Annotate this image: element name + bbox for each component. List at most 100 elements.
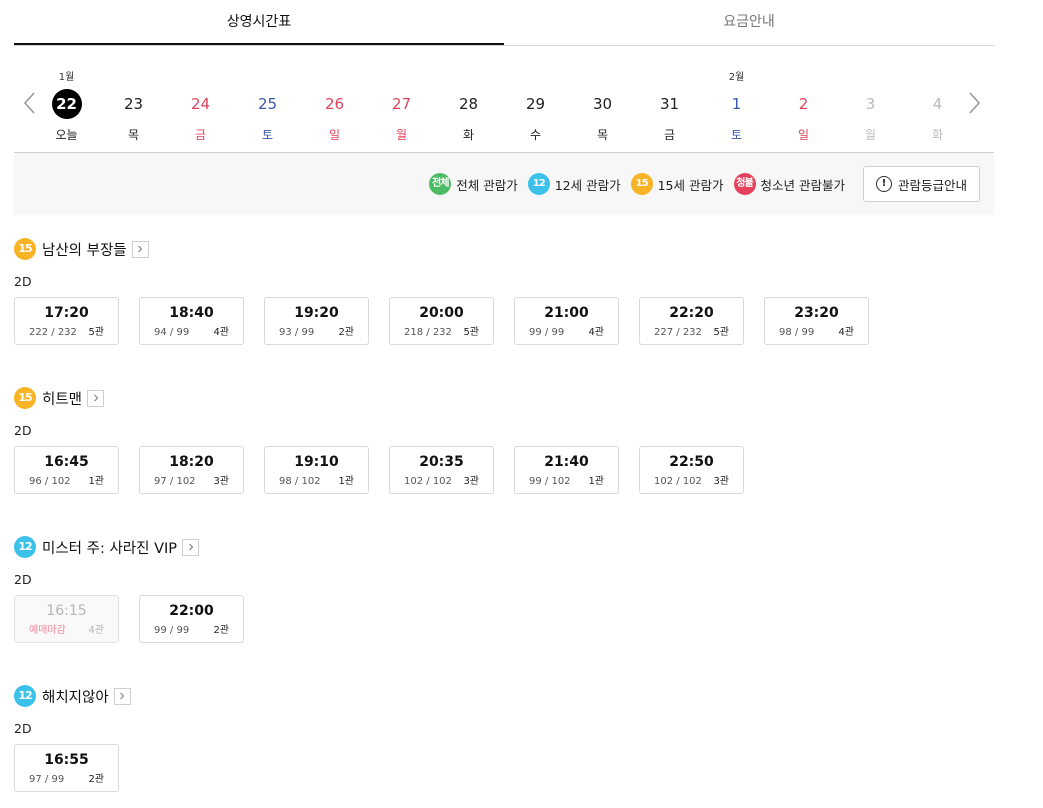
chevron-right-icon [969,92,981,114]
date-day: 2 [798,95,809,113]
showtime-button[interactable]: 20:00 218 / 232 5관 [389,297,494,345]
date-item[interactable]: 2일 [770,0,837,142]
movie-format: 2D [14,423,32,438]
showtime-seats: 96 / 102 [29,476,71,487]
date-day: 22 [51,89,82,119]
date-item[interactable]: 31 금 [636,0,703,142]
showtime-hall: 5관 [88,327,104,338]
movie-title[interactable]: 남산의 부장들 [42,239,127,260]
movie-title-row: 12 해치지않아 [14,684,994,708]
rating-badge: 청불 [733,173,756,195]
showtime-button[interactable]: 23:20 98 / 99 4관 [764,297,869,345]
showtime-button[interactable]: 16:45 96 / 102 1관 [14,446,119,494]
date-weekday: 월 [864,128,877,142]
date-day: 1 [731,95,742,113]
rating-badge: 15 [14,387,36,409]
showtime-time: 16:55 [44,752,89,768]
date-list: 1월 22 오늘 23 목 24 금 25 토 26 일 27 월 28 화 29 수 30 목 31 금 2월 1 토 2 일 3… [33,46,971,142]
showtime-button[interactable]: 19:20 93 / 99 2관 [264,297,369,345]
date-item[interactable]: 3월 [837,0,904,142]
showtime-hall: 2관 [213,625,229,636]
movie-title[interactable]: 히트맨 [42,388,82,409]
showtime-time: 23:20 [794,305,839,321]
rating-badge: 12 [14,536,36,558]
showtime-seats: 98 / 102 [279,476,321,487]
date-item[interactable]: 24 금 [167,0,234,142]
date-item[interactable]: 28 화 [435,0,502,142]
showtime-button[interactable]: 22:00 99 / 99 2관 [139,595,244,643]
next-date-button[interactable] [962,88,986,118]
movie-title[interactable]: 미스터 주: 사라진 VIP [42,537,177,558]
showtime-button[interactable]: 16:15 예매마감 4관 [14,595,119,643]
chevron-right-icon [120,692,125,700]
date-item[interactable]: 2월 1 토 [703,0,770,142]
showtime-seats: 218 / 232 [404,327,452,338]
showtime-button[interactable]: 18:40 94 / 99 4관 [139,297,244,345]
date-item[interactable]: 29 수 [502,0,569,142]
date-weekday: 목 [596,128,609,142]
showtime-time: 20:35 [419,454,464,470]
showtime-button[interactable]: 18:20 97 / 102 3관 [139,446,244,494]
showtime-time: 16:45 [44,454,89,470]
date-item[interactable]: 4화 [904,0,971,142]
showtime-button[interactable]: 16:55 97 / 99 2관 [14,744,119,792]
date-weekday: 수 [529,128,542,142]
date-weekday: 일 [797,128,810,142]
showtime-button[interactable]: 17:20 222 / 232 5관 [14,297,119,345]
showtime-seats: 222 / 232 [29,327,77,338]
date-item[interactable]: 23 목 [100,0,167,142]
date-item[interactable]: 26 일 [301,0,368,142]
showtime-button[interactable]: 22:50 102 / 102 3관 [639,446,744,494]
movie-format: 2D [14,274,32,289]
showtime-seats: 예매마감 [29,625,66,636]
showtime-button[interactable]: 21:40 99 / 102 1관 [514,446,619,494]
showtime-seats: 98 / 99 [779,327,815,338]
showtime-time: 17:20 [44,305,89,321]
date-item[interactable]: 25 토 [234,0,301,142]
showtime-button[interactable]: 22:20 227 / 232 5관 [639,297,744,345]
showtime-time: 20:00 [419,305,464,321]
showtime-list: 17:20 222 / 232 5관 18:40 94 / 99 4관 19:20 93 / … [14,297,869,345]
showtime-list: 16:45 96 / 102 1관 18:20 97 / 102 3관 19:10 98 / … [14,446,744,494]
chevron-right-icon [188,543,193,551]
showtime-button[interactable]: 20:35 102 / 102 3관 [389,446,494,494]
date-day: 4 [932,95,943,113]
showtime-list: 16:15 예매마감 4관 22:00 99 / 99 2관 [14,595,244,643]
showtime-time: 22:50 [669,454,714,470]
showtime-seats: 94 / 99 [154,327,190,338]
chevron-right-icon [138,245,143,253]
movie-detail-button[interactable] [182,538,200,556]
date-day: 24 [190,95,211,113]
showtime-hall: 1관 [588,476,604,487]
date-item[interactable]: 30 목 [569,0,636,142]
date-item[interactable]: 1월 22 오늘 [33,0,100,142]
legend-label: 청소년 관람불가 [760,177,845,193]
rating-badge: 15 [630,173,653,195]
showtime-button[interactable]: 19:10 98 / 102 1관 [264,446,369,494]
movie-format: 2D [14,572,32,587]
showtime-hall: 3관 [713,476,729,487]
movie-title[interactable]: 해치지않아 [42,686,109,707]
movie-detail-button[interactable] [131,240,149,258]
date-weekday: 토 [261,128,274,142]
showtime-hall: 5관 [463,327,479,338]
showtime-button[interactable]: 21:00 99 / 99 4관 [514,297,619,345]
movie-detail-button[interactable] [87,389,105,407]
showtime-seats: 93 / 99 [279,327,315,338]
date-item[interactable]: 27 월 [368,0,435,142]
showtime-time: 22:20 [669,305,714,321]
movie-detail-button[interactable] [113,687,131,705]
showtime-hall: 4관 [213,327,229,338]
showtime-seats: 227 / 232 [654,327,702,338]
date-day: 23 [123,95,144,113]
showtime-list: 16:55 97 / 99 2관 [14,744,119,792]
date-day: 27 [391,95,412,113]
rating-guide-button[interactable]: ! 관람등급안내 [862,166,980,202]
date-day: 28 [458,95,479,113]
chevron-right-icon [93,394,98,402]
showtime-time: 21:00 [544,305,589,321]
date-day: 26 [324,95,345,113]
movie-format: 2D [14,721,32,736]
movie-section: 15 남산의 부장들 2D 17:20 222 / 232 5관 18:40 94 / 99 4… [14,237,994,345]
showtime-hall: 3관 [463,476,479,487]
